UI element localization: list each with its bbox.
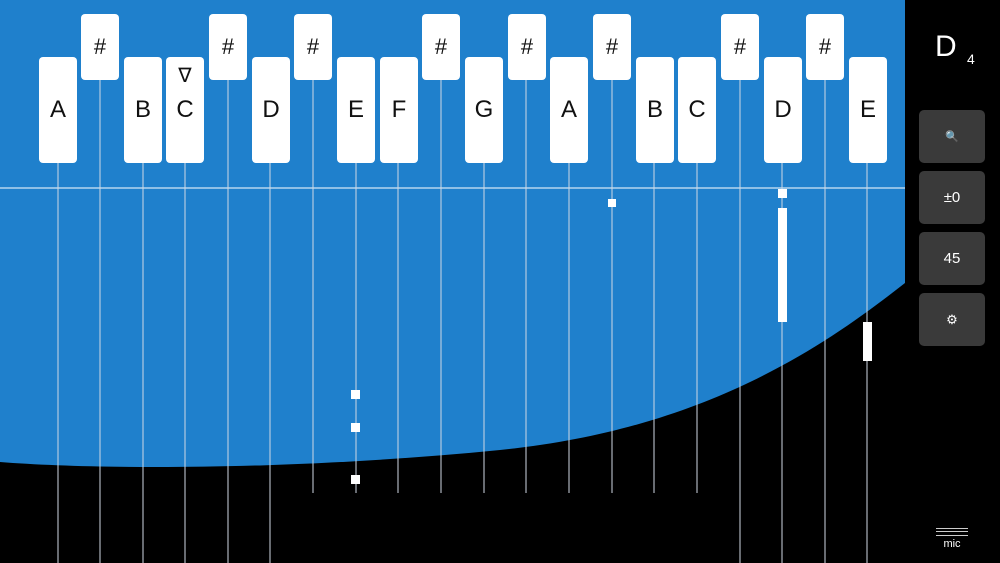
settings-button[interactable]: ⚙ xyxy=(919,293,985,346)
middle-c-marker: ∇ xyxy=(178,65,192,87)
mic-button[interactable]: mic xyxy=(936,528,968,550)
key-sharp[interactable]: # xyxy=(806,14,844,80)
key-b[interactable]: B xyxy=(124,57,162,163)
mic-level-icon xyxy=(936,528,968,536)
key-label: A xyxy=(49,96,66,123)
key-label: # xyxy=(306,34,320,59)
current-note-octave: 4 xyxy=(967,51,975,67)
key-label: # xyxy=(434,34,448,59)
transpose-button[interactable]: ±0 xyxy=(919,171,985,224)
key-label: B xyxy=(646,96,663,123)
key-label: D xyxy=(774,96,792,123)
pitch-bar xyxy=(778,208,787,322)
key-b[interactable]: B xyxy=(636,57,674,163)
key-label: E xyxy=(347,96,364,123)
key-sharp[interactable]: # xyxy=(294,14,332,80)
key-label: C xyxy=(688,96,706,123)
key-label: G xyxy=(474,96,494,123)
key-sharp[interactable]: # xyxy=(593,14,631,80)
key-d[interactable]: D xyxy=(252,57,290,163)
key-d[interactable]: D xyxy=(764,57,802,163)
pitch-mark xyxy=(351,390,360,399)
speed-label: 45 xyxy=(943,250,961,267)
speed-button[interactable]: 45 xyxy=(919,232,985,285)
pitch-bar xyxy=(863,322,872,361)
key-c[interactable]: C xyxy=(678,57,716,163)
pitch-mark xyxy=(608,199,616,207)
pitch-display: A # B ∇ C # D # E F # G # A # B C # D # … xyxy=(0,0,905,563)
key-sharp[interactable]: # xyxy=(81,14,119,80)
current-note-name: D xyxy=(935,30,957,63)
key-c[interactable]: ∇ C xyxy=(166,57,204,163)
pitch-mark xyxy=(351,423,360,432)
key-a[interactable]: A xyxy=(550,57,588,163)
key-g[interactable]: G xyxy=(465,57,503,163)
search-button[interactable]: 🔍 xyxy=(919,110,985,163)
key-label: # xyxy=(605,34,619,59)
key-a[interactable]: A xyxy=(39,57,77,163)
key-label: B xyxy=(134,96,151,123)
key-label: A xyxy=(560,96,577,123)
key-label: E xyxy=(859,96,876,123)
mic-label: mic xyxy=(943,538,961,550)
key-e[interactable]: E xyxy=(849,57,887,163)
key-label: D xyxy=(262,96,280,123)
key-label: F xyxy=(391,96,407,123)
transpose-label: ±0 xyxy=(943,189,961,206)
key-e[interactable]: E xyxy=(337,57,375,163)
key-sharp[interactable]: # xyxy=(508,14,546,80)
key-label: C xyxy=(176,96,194,123)
key-sharp[interactable]: # xyxy=(721,14,759,80)
search-icon: 🔍 xyxy=(945,131,959,143)
key-label: # xyxy=(520,34,534,59)
key-label: # xyxy=(818,34,832,59)
pitch-mark xyxy=(351,475,360,484)
key-label: # xyxy=(733,34,747,59)
key-label: # xyxy=(93,34,107,59)
key-sharp[interactable]: # xyxy=(422,14,460,80)
key-sharp[interactable]: # xyxy=(209,14,247,80)
key-f[interactable]: F xyxy=(380,57,418,163)
gear-icon: ⚙ xyxy=(946,311,958,327)
key-label: # xyxy=(221,34,235,59)
pitch-mark xyxy=(778,189,787,198)
